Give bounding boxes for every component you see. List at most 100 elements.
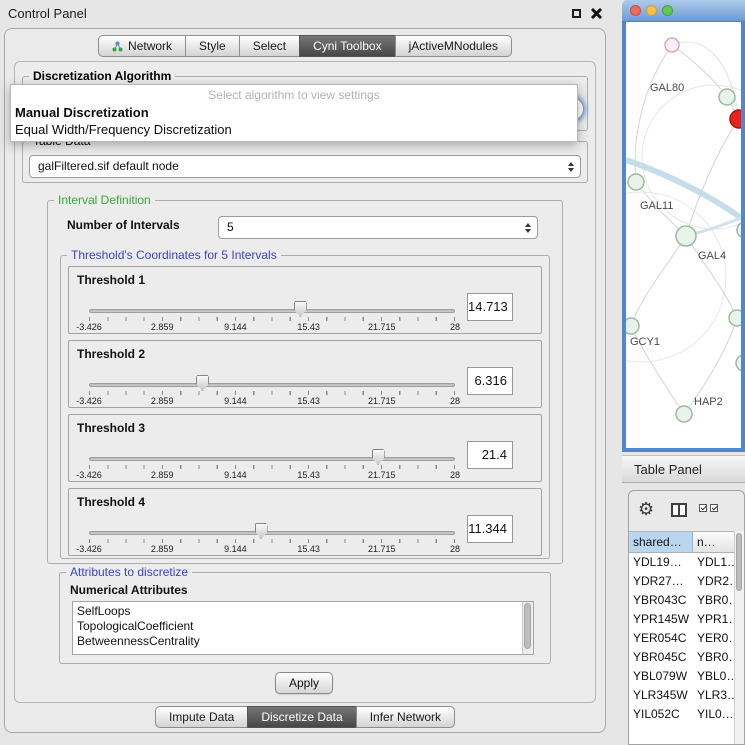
tab-jactivemnodules[interactable]: jActiveMNodules: [395, 35, 512, 57]
thresholds-group: Threshold's Coordinates for 5 Intervals …: [60, 255, 550, 559]
threshold-slider[interactable]: -3.4262.8599.14415.4321.71528: [89, 371, 455, 407]
edge: [635, 45, 672, 182]
slider-track[interactable]: [89, 309, 455, 313]
tab-network[interactable]: Network: [98, 35, 186, 57]
table-row[interactable]: YBL079WYBL0…: [629, 667, 736, 686]
network-canvas[interactable]: GAL80 GAL11 GAL4 GCY1 HAP2: [626, 22, 741, 448]
list-item[interactable]: SelfLoops: [73, 604, 533, 619]
tab-cyni-toolbox[interactable]: Cyni Toolbox: [299, 35, 395, 57]
slider-track[interactable]: [89, 457, 455, 461]
table-row[interactable]: YDR27…YDR2…: [629, 572, 736, 591]
table-rows: YDL19…YDL1…YDR27…YDR2…YBR043CYBR0…YPR145…: [629, 553, 736, 744]
zoom-traffic-light[interactable]: [662, 5, 673, 16]
threshold-slider[interactable]: -3.4262.8599.14415.4321.71528: [89, 445, 455, 481]
tick-label: 9.144: [224, 322, 247, 332]
network-node[interactable]: [628, 174, 644, 190]
table-scrollbar-thumb[interactable]: [736, 533, 742, 591]
table-cell: YIL052C: [629, 705, 693, 724]
select-columns-icon[interactable]: [699, 504, 718, 512]
threshold-panel: Threshold 1-3.4262.8599.14415.4321.71528…: [68, 266, 542, 334]
thresholds-container: Threshold 1-3.4262.8599.14415.4321.71528…: [61, 256, 549, 558]
tab-label: Cyni Toolbox: [313, 36, 381, 56]
checkbox-icon: [710, 504, 718, 512]
table-row[interactable]: YDL19…YDL1…: [629, 553, 736, 572]
network-node[interactable]: [665, 38, 679, 52]
network-node[interactable]: [729, 310, 741, 326]
network-node-selected[interactable]: [730, 110, 741, 128]
table-panel-header: Table Panel: [622, 455, 745, 483]
column-header[interactable]: shared…: [629, 532, 693, 552]
table-header-row: shared…n…: [629, 531, 736, 553]
network-node[interactable]: [626, 318, 639, 334]
tab-style[interactable]: Style: [185, 35, 240, 57]
threshold-value-field[interactable]: 21.4: [467, 441, 513, 469]
minimize-traffic-light[interactable]: [646, 5, 657, 16]
combo-arrows-icon: [568, 162, 574, 172]
columns-icon[interactable]: [671, 503, 687, 517]
table-cell: YBR0…: [693, 648, 736, 667]
table-row[interactable]: YBR043CYBR0…: [629, 591, 736, 610]
threshold-value-field[interactable]: 14.713: [467, 293, 513, 321]
table-cell: YBR043C: [629, 591, 693, 610]
dropdown-item[interactable]: Equal Width/Frequency Discretization: [11, 121, 577, 138]
table-row[interactable]: YPR145WYPR1…: [629, 610, 736, 629]
table-row[interactable]: YIL052CYIL0…: [629, 705, 736, 724]
tab-label: Impute Data: [169, 707, 234, 727]
network-node[interactable]: [737, 222, 741, 238]
list-scrollbar-thumb[interactable]: [524, 603, 531, 649]
table-cell: YLR345W: [629, 686, 693, 705]
edge: [631, 236, 686, 326]
table-data-combobox[interactable]: galFiltered.sif default node: [29, 155, 581, 178]
network-node[interactable]: [676, 406, 692, 422]
slider-thumb[interactable]: [196, 375, 209, 391]
tick-label: 28: [450, 396, 460, 406]
number-of-intervals-value: 5: [227, 217, 234, 238]
control-panel-titlebar: Control Panel: [0, 0, 612, 26]
close-traffic-light[interactable]: [630, 5, 641, 16]
tab-discretize-data[interactable]: Discretize Data: [247, 706, 356, 728]
apply-button[interactable]: Apply: [275, 672, 333, 694]
slider-track[interactable]: [89, 383, 455, 387]
table-cell: YLR3…: [693, 686, 736, 705]
table-scrollbar[interactable]: [734, 531, 744, 744]
tick-label: 28: [450, 322, 460, 332]
dropdown-hint: Select algorithm to view settings: [11, 85, 577, 104]
list-scrollbar[interactable]: [522, 602, 533, 654]
table-cell: YBR045C: [629, 648, 693, 667]
threshold-label: Threshold 2: [77, 347, 145, 361]
network-node[interactable]: [719, 89, 735, 105]
column-header[interactable]: n…: [693, 532, 736, 552]
tab-impute-data[interactable]: Impute Data: [155, 706, 248, 728]
threshold-value-field[interactable]: 11.344: [467, 515, 513, 543]
threshold-slider[interactable]: -3.4262.8599.14415.4321.71528: [89, 297, 455, 333]
table-data-value: galFiltered.sif default node: [38, 156, 179, 177]
tab-infer-network[interactable]: Infer Network: [356, 706, 455, 728]
slider-track[interactable]: [89, 531, 455, 535]
tick-label: 2.859: [151, 396, 174, 406]
node-label: GAL4: [698, 250, 726, 262]
tab-select[interactable]: Select: [239, 35, 300, 57]
list-item[interactable]: TopologicalCoefficient: [73, 619, 533, 634]
slider-thumb[interactable]: [255, 523, 268, 539]
number-of-intervals-combobox[interactable]: 5: [218, 216, 538, 239]
table-row[interactable]: YLR345WYLR3…: [629, 686, 736, 705]
tab-label: Network: [128, 36, 172, 56]
float-window-icon[interactable]: [572, 9, 581, 18]
table-cell: YPR1…: [693, 610, 736, 629]
threshold-slider[interactable]: -3.4262.8599.14415.4321.71528: [89, 519, 455, 555]
slider-thumb[interactable]: [294, 301, 307, 317]
threshold-value-field[interactable]: 6.316: [467, 367, 513, 395]
network-node[interactable]: [676, 226, 696, 246]
slider-thumb[interactable]: [372, 449, 385, 465]
tick-label: 2.859: [151, 322, 174, 332]
slider-ticks: [89, 465, 455, 469]
gear-icon[interactable]: ⚙: [638, 498, 654, 520]
close-icon[interactable]: [590, 7, 603, 20]
table-row[interactable]: YER054CYER0…: [629, 629, 736, 648]
dropdown-item[interactable]: Manual Discretization: [11, 104, 577, 121]
node-label: GAL11: [640, 200, 673, 212]
tick-label: 21.715: [368, 544, 396, 554]
table-row[interactable]: YBR045CYBR0…: [629, 648, 736, 667]
list-item[interactable]: BetweennessCentrality: [73, 634, 533, 649]
network-node[interactable]: [736, 355, 741, 371]
